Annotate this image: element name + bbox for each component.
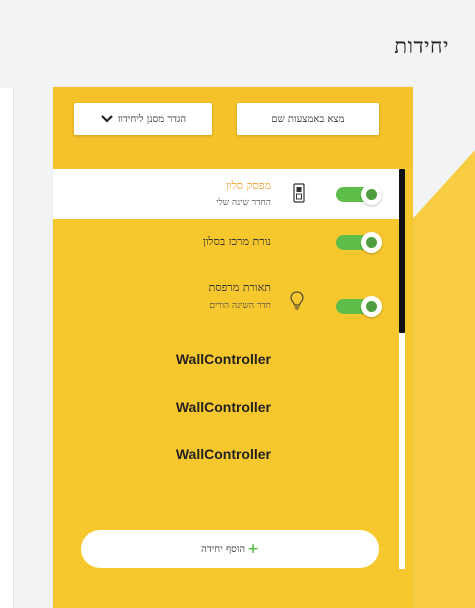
unit-name: תאורת מרפסת: [208, 281, 271, 294]
add-unit-button[interactable]: + הוסף יחידה: [81, 530, 379, 568]
wall-switch-icon: [293, 183, 305, 203]
define-filter-button[interactable]: הגדר מסנן ליחידוו: [74, 103, 212, 135]
list-item[interactable]: תאורת מרפסת חדר השינה הורים: [53, 281, 399, 331]
list-item[interactable]: נורת מרכז בסלון: [53, 219, 399, 259]
scrollbar-track[interactable]: [399, 169, 405, 569]
panel-toolbar: מצא באמצעות שם הגדר מסנן ליחידוו: [53, 87, 413, 167]
unit-name: מפסק סלון: [226, 179, 271, 192]
unit-room: החדר שינה שלי: [216, 198, 271, 208]
list-item[interactable]: מפסק סלון החדר שינה שלי: [53, 169, 399, 219]
add-unit-label: הוסף יחידה: [201, 543, 246, 555]
lightbulb-icon: [290, 291, 304, 310]
units-panel: מצא באמצעות שם הגדר מסנן ליחידוו מפסק סל…: [53, 87, 413, 608]
left-edge-strip: [0, 88, 14, 608]
unit-toggle[interactable]: [336, 184, 382, 205]
unit-name: נורת מרכז בסלון: [202, 235, 271, 248]
find-by-name-label: מצא באמצעות שם: [271, 113, 345, 125]
unit-toggle[interactable]: [336, 296, 382, 317]
define-filter-label: הגדר מסנן ליחידוו: [117, 113, 187, 125]
controller-item[interactable]: WallController: [176, 351, 271, 367]
controller-item[interactable]: WallController: [176, 446, 271, 462]
page-title: יחידות: [394, 34, 449, 58]
plus-icon: +: [247, 541, 259, 557]
chevron-down-icon: [101, 115, 113, 123]
find-by-name-button[interactable]: מצא באמצעות שם: [237, 103, 379, 135]
controller-item[interactable]: WallController: [176, 399, 271, 415]
scrollbar-thumb[interactable]: [399, 169, 405, 333]
unit-toggle[interactable]: [336, 232, 382, 253]
unit-room: חדר השינה הורים: [209, 301, 271, 311]
